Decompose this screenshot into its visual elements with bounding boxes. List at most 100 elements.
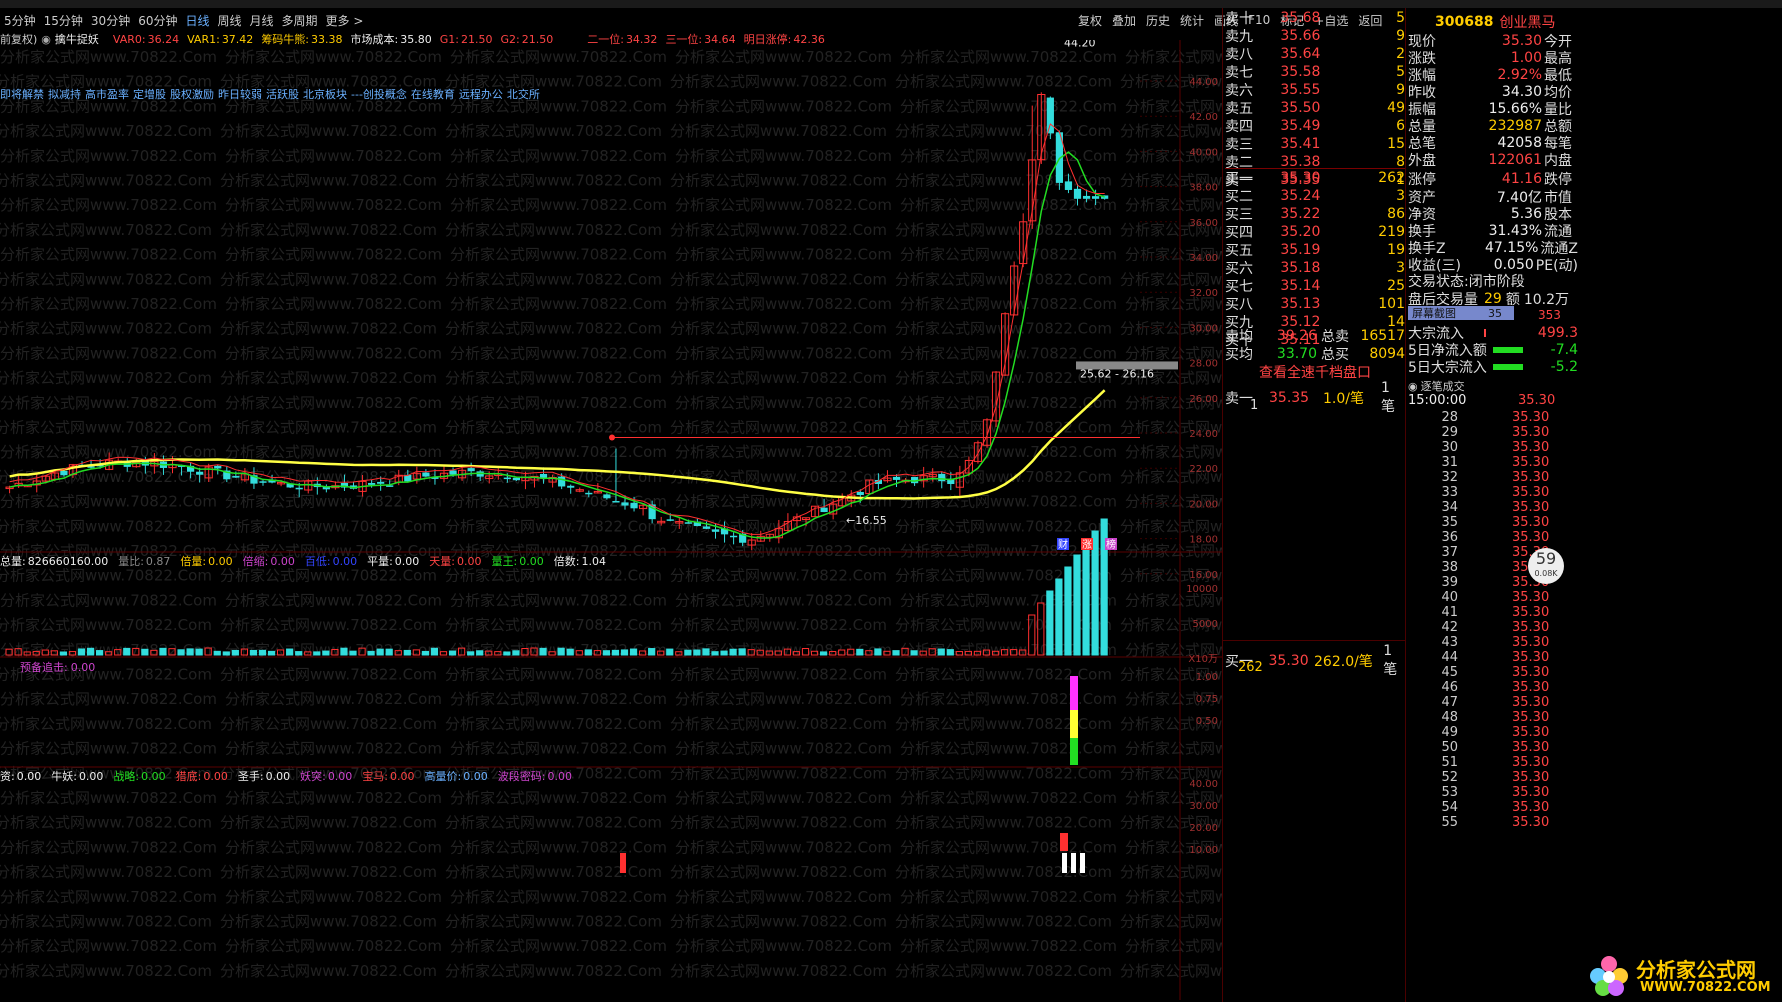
volume-bar: [77, 648, 86, 656]
network-badge[interactable]: 59 0.08K: [1528, 548, 1564, 584]
stat-row-8: 涨停 41.16 跌停: [1408, 170, 1578, 188]
watermark-text: 分析家公式网www.70822.Com: [670, 270, 887, 288]
watermark-text: 分析家公式网www.70822.Com: [675, 246, 892, 264]
asks-label: 卖十: [1225, 11, 1253, 27]
bids-row-4[interactable]: 买五 35.19 19: [1225, 241, 1405, 259]
asks-price: 35.64: [1280, 46, 1321, 62]
tick-seq: 36: [1441, 530, 1458, 545]
bids-row-1[interactable]: 买二 35.24 3: [1225, 187, 1405, 205]
period-tab-3[interactable]: 60分钟: [138, 12, 177, 29]
volume-bar: [1046, 590, 1054, 656]
watermark-text: 分析家公式网www.70822.Com: [220, 320, 437, 338]
asks-row-7[interactable]: 卖三 35.41 15: [1225, 135, 1405, 153]
watermark-text: 分析家公式网www.70822.Com: [220, 73, 437, 91]
tick-row: 32 35.30: [1408, 470, 1568, 485]
tick-row-price: 35.30: [1512, 680, 1550, 695]
bids-row-2[interactable]: 买三 35.22 86: [1225, 205, 1405, 223]
bids-row-3[interactable]: 买四 35.20 219: [1225, 223, 1405, 241]
volume-bar: [946, 649, 954, 656]
after-hours-amt: 10.2万: [1523, 292, 1569, 308]
period-tab-6[interactable]: 月线: [250, 12, 274, 29]
watermark-text: 分析家公式网www.70822.Com: [675, 690, 892, 708]
stat-value: 35.30: [1501, 32, 1542, 49]
tick-seq: 44: [1441, 650, 1458, 665]
watermark-text: 分析家公式网www.70822.Com: [445, 962, 662, 980]
watermark-text: 分析家公式网www.70822.Com: [895, 419, 1112, 437]
watermark-text: 分析家公式网www.70822.Com: [220, 369, 437, 387]
asks-row-1[interactable]: 卖九 35.66 9: [1225, 27, 1405, 45]
signal-legend: 预备追击: 0.00: [20, 659, 95, 675]
watermark-text: 分析家公式网www.70822.Com: [0, 97, 217, 115]
watermark-text: 分析家公式网www.70822.Com: [220, 122, 437, 140]
period-tab-8[interactable]: 更多 >: [326, 12, 364, 29]
watermark-text: 分析家公式网www.70822.Com: [0, 888, 217, 906]
candle-body: [232, 476, 240, 478]
watermark-text: 分析家公式网www.70822.Com: [445, 913, 662, 931]
resistance-dot: [609, 434, 615, 441]
period-tab-4[interactable]: 日线: [185, 12, 209, 29]
volume-bar: [648, 648, 656, 656]
watermark-text: 分析家公式网www.70822.Com: [670, 320, 887, 338]
bottom-line-value-2: 0.00: [141, 769, 166, 783]
watermark-text: 分析家公式网www.70822.Com: [0, 147, 217, 165]
volume-bar: [557, 647, 565, 656]
volume-bar: [430, 647, 439, 656]
avg-label: 买均: [1225, 347, 1253, 363]
view-all-depth-link[interactable]: 查看全速千档盘口: [1225, 362, 1405, 381]
bids-row-5[interactable]: 买六 35.18 3: [1225, 259, 1405, 277]
period-tab-0[interactable]: 5分钟: [4, 12, 36, 29]
tick-row-price: 35.30: [1512, 425, 1550, 440]
candle-body: [603, 494, 611, 499]
tick-seq: 37: [1441, 545, 1458, 560]
watermark-text: 分析家公式网www.70822.Com: [225, 789, 442, 807]
watermark-text: 分析家公式网www.70822.Com: [895, 666, 1112, 684]
watermark-text: 分析家公式网www.70822.Com: [900, 48, 1117, 66]
stat-row-5: 总量 232987 总额: [1408, 117, 1578, 135]
asks-row-0[interactable]: 卖十 35.68 5: [1225, 9, 1405, 27]
asks-label: 卖五: [1225, 101, 1253, 117]
period-tab-5[interactable]: 周线: [218, 12, 242, 29]
stat-row-4: 振幅 15.66% 量比: [1408, 100, 1578, 118]
volume-bar: [467, 651, 475, 656]
volume-bar: [512, 650, 520, 656]
tool-button-2[interactable]: 历史: [1146, 12, 1170, 29]
watermark-text: 分析家公式网www.70822.Com: [1120, 517, 1222, 535]
asks-row-6[interactable]: 卖四 35.49 6: [1225, 117, 1405, 135]
price-axis-label: 44.00: [1189, 77, 1218, 88]
bids-vol: 86: [1387, 206, 1405, 222]
tool-button-0[interactable]: 复权: [1078, 12, 1102, 29]
period-tab-2[interactable]: 30分钟: [91, 12, 130, 29]
asks-row-3[interactable]: 卖七 35.58 5: [1225, 63, 1405, 81]
candle-body: [702, 526, 711, 529]
period-tab-1[interactable]: 15分钟: [44, 12, 83, 29]
watermark-text: 分析家公式网www.70822.Com: [1120, 863, 1222, 881]
tick-row: 52 35.30: [1408, 770, 1568, 785]
price-axis-label: 40.00: [1189, 147, 1218, 158]
bids-row-6[interactable]: 买七 35.14 25: [1225, 277, 1405, 295]
stat-row-11: 换手 31.43% 流通: [1408, 222, 1578, 240]
asks-row-2[interactable]: 卖八 35.64 2: [1225, 45, 1405, 63]
watermark-text: 分析家公式网www.70822.Com: [670, 73, 887, 91]
period-tab-7[interactable]: 多周期: [282, 12, 318, 29]
tick-row-price: 35.30: [1512, 785, 1550, 800]
tick-seq: 41: [1441, 605, 1458, 620]
watermark-text: 分析家公式网www.70822.Com: [675, 48, 892, 66]
watermark-text: 分析家公式网www.70822.Com: [0, 221, 212, 239]
flower-logo-icon: [1590, 956, 1628, 996]
asks-row-4[interactable]: 卖六 35.55 9: [1225, 81, 1405, 99]
tick-title[interactable]: 逐笔成交: [1421, 378, 1465, 394]
bids-row-0[interactable]: 买一 35.30 262: [1225, 169, 1405, 187]
tick-seq: 46: [1441, 680, 1458, 695]
kline-chart[interactable]: 分析家公式网www.70822.Com 分析家公式网www.70822.Com 分析…: [0, 40, 1222, 1000]
flow-label: 5日大宗流入: [1408, 359, 1487, 376]
asks-row-5[interactable]: 卖五 35.50 49: [1225, 99, 1405, 117]
tool-button-3[interactable]: 统计: [1180, 12, 1204, 29]
volume-bar: [1082, 542, 1090, 656]
watermark-text: 分析家公式网www.70822.Com: [675, 888, 892, 906]
screenshot-button[interactable]: 屏幕截图 35: [1408, 306, 1514, 320]
stat-row-1: 涨跌 1.00 最高: [1408, 49, 1578, 67]
bottom-line-value-7: 0.00: [463, 769, 488, 783]
bids-row-7[interactable]: 买八 35.13 101: [1225, 295, 1405, 313]
tool-button-1[interactable]: 叠加: [1112, 12, 1136, 29]
quote-stats: 现价 35.30 今开 涨跌 1.00 最高 涨幅 2.92% 最低 昨收 34.30 均价 振幅 15.…: [1408, 32, 1578, 274]
